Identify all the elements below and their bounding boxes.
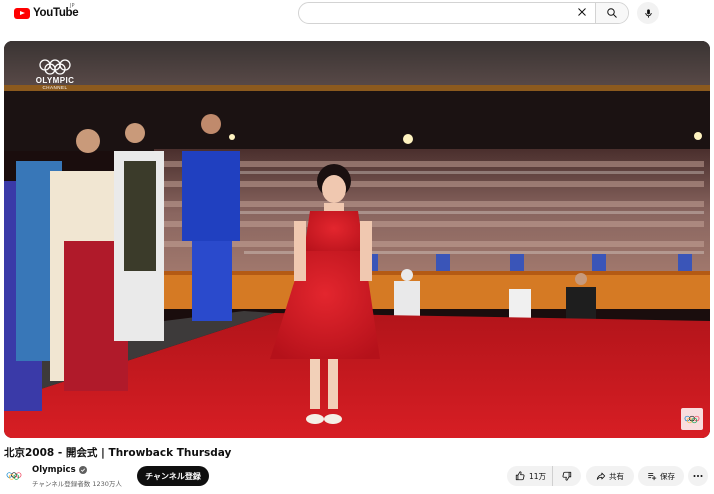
- dislike-button[interactable]: [553, 466, 581, 486]
- share-icon: [596, 472, 606, 480]
- clear-icon[interactable]: [576, 6, 588, 18]
- voice-search-button[interactable]: [637, 2, 659, 24]
- channel-logo-line2: CHANNEL: [42, 85, 68, 90]
- olympic-channel-logo: OLYMPIC CHANNEL: [26, 59, 84, 95]
- channel-watermark[interactable]: [681, 408, 703, 430]
- thumbs-up-icon: [515, 471, 525, 481]
- video-title: 北京2008 - 開会式 | Throwback Thursday: [4, 447, 232, 459]
- olympic-rings-icon: [39, 59, 71, 75]
- masthead: YouTube JP: [0, 0, 714, 28]
- search-input[interactable]: [307, 6, 567, 20]
- search-button[interactable]: [595, 3, 628, 23]
- more-actions-button[interactable]: [688, 466, 708, 486]
- youtube-play-icon: [14, 7, 30, 19]
- subscribe-button[interactable]: チャンネル登録: [137, 466, 209, 486]
- subscriber-count: チャンネル登録者数 1230万人: [32, 480, 122, 488]
- thumbs-down-icon: [562, 471, 572, 481]
- video-player[interactable]: OLYMPIC CHANNEL: [4, 41, 710, 438]
- save-button[interactable]: 保存: [638, 466, 684, 486]
- olympic-rings-icon: [684, 415, 700, 423]
- save-label: 保存: [660, 471, 675, 481]
- search-icon: [607, 8, 617, 18]
- channel-name-row: Olympics: [32, 465, 87, 475]
- olympic-rings-icon: [6, 472, 22, 480]
- channel-logo-line1: OLYMPIC: [35, 76, 75, 85]
- country-code: JP: [70, 3, 75, 9]
- playlist-add-icon: [648, 473, 657, 481]
- channel-avatar[interactable]: [4, 466, 24, 486]
- like-count: 11万: [529, 471, 547, 481]
- share-label: 共有: [609, 471, 624, 481]
- like-dislike-group: 11万: [507, 466, 581, 486]
- more-horizontal-icon: [693, 475, 703, 477]
- verified-icon: [78, 466, 87, 474]
- video-frame: [4, 41, 710, 438]
- mic-icon: [644, 8, 652, 18]
- like-button[interactable]: 11万: [507, 466, 553, 486]
- share-button[interactable]: 共有: [586, 466, 634, 486]
- youtube-logo[interactable]: YouTube: [14, 5, 79, 21]
- channel-name[interactable]: Olympics: [32, 465, 76, 475]
